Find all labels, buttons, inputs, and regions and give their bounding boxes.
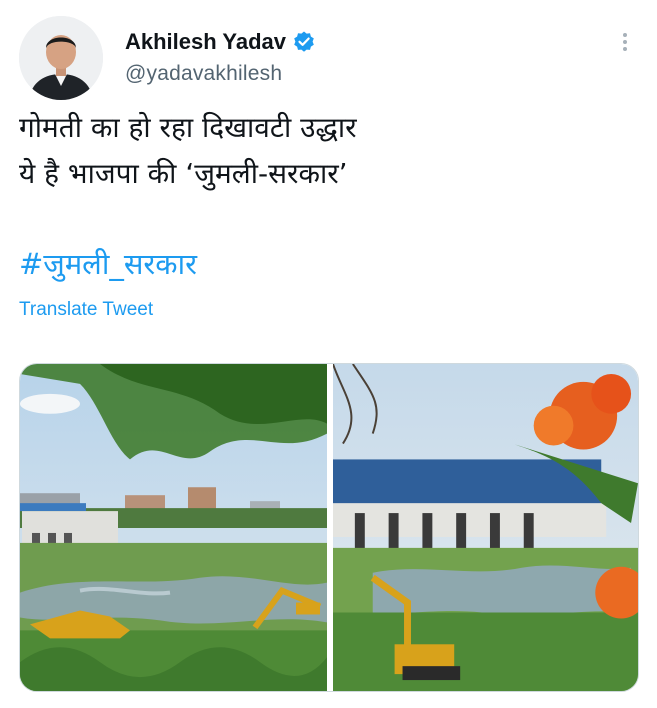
user-handle[interactable]: @yadavakhilesh (125, 62, 316, 86)
tweet-photo-2[interactable] (333, 364, 638, 691)
verified-badge-icon (292, 30, 316, 54)
display-name[interactable]: Akhilesh Yadav (125, 29, 286, 55)
tweet-text: गोमती का हो रहा दिखावटी उद्धार ये है भाज… (19, 105, 639, 197)
tweet-text-line: ये है भाजपा की ‘जुमली-सरकार’ (19, 157, 348, 190)
display-name-row: Akhilesh Yadav (125, 28, 316, 56)
translate-tweet-link[interactable]: Translate Tweet (19, 299, 153, 321)
media-grid (19, 363, 639, 692)
tweet-text-line: गोमती का हो रहा दिखावटी उद्धार (19, 111, 357, 144)
author-names: Akhilesh Yadav @yadavakhilesh (125, 28, 316, 86)
tweet-photo-1[interactable] (20, 364, 327, 691)
avatar[interactable] (19, 16, 103, 100)
tweet-header: Akhilesh Yadav @yadavakhilesh (19, 16, 639, 100)
tweet: Akhilesh Yadav @yadavakhilesh गोमती का ह… (0, 0, 657, 708)
hashtag-link[interactable]: #जुमली_सरकार (19, 244, 197, 283)
more-options-icon[interactable] (615, 30, 635, 54)
river-excavator-photo-icon (20, 364, 327, 691)
barrage-flowers-photo-icon (333, 364, 638, 691)
user-avatar-icon (19, 16, 103, 100)
